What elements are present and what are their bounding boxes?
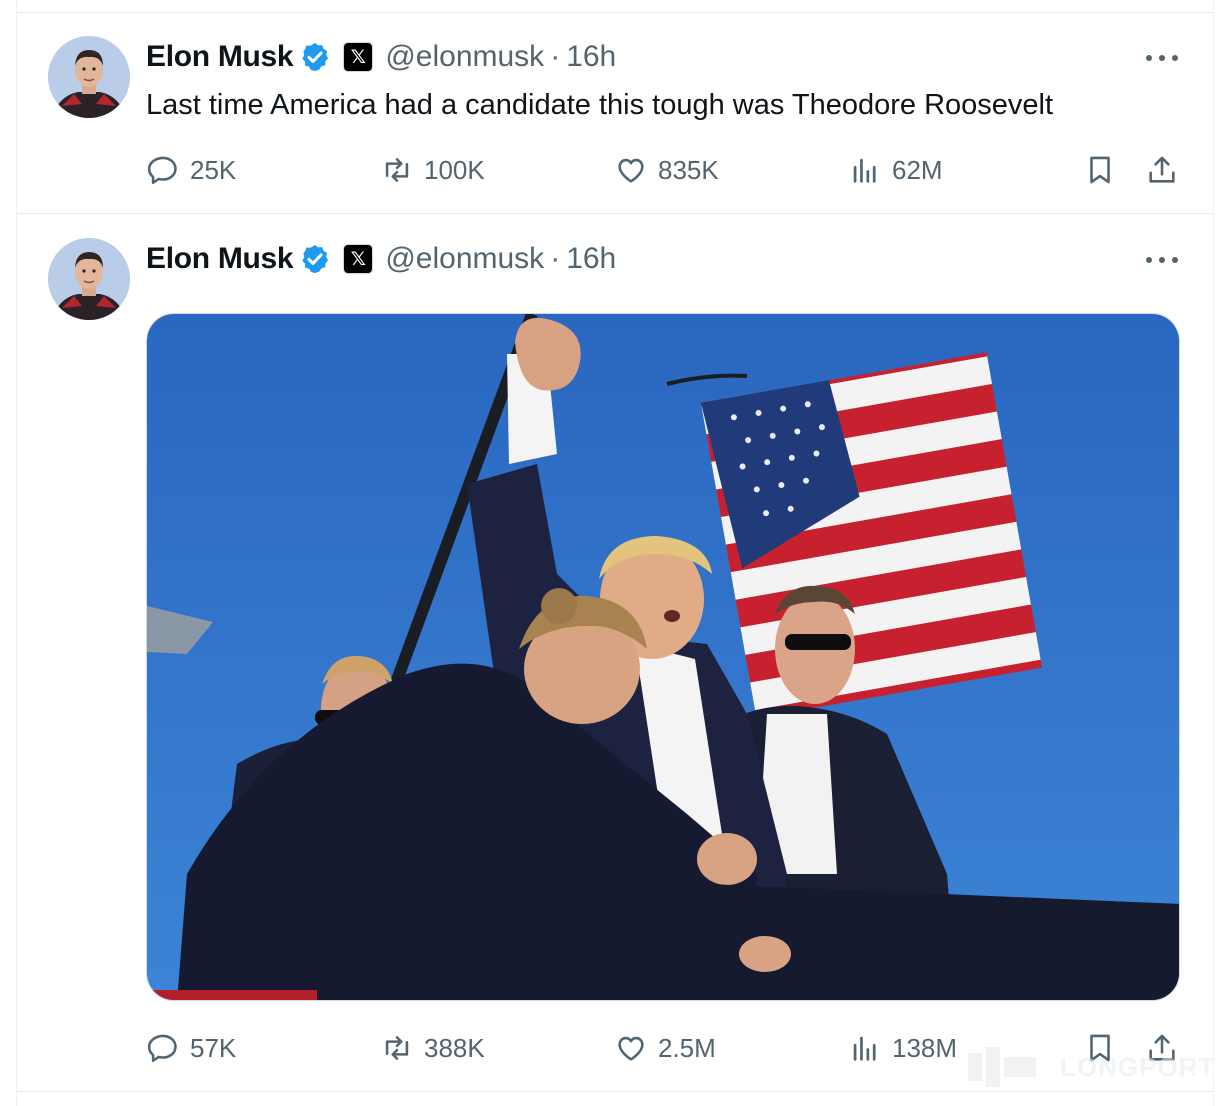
like-count: 2.5M [658,1032,716,1063]
repost-icon [385,158,409,182]
rally-photo [147,314,1179,1000]
timestamp[interactable]: 16h [566,242,616,276]
avatar[interactable] [48,36,130,118]
divider [16,12,1214,13]
author-name[interactable]: Elon Musk [146,242,294,276]
repost-icon [385,1036,409,1060]
reply-button[interactable]: 25K [146,150,236,190]
watermark-text: LONGPORT [1060,1051,1216,1082]
like-button[interactable]: 835K [614,150,719,190]
repost-count: 388K [424,1032,485,1063]
avatar[interactable] [48,238,130,320]
like-button[interactable]: 2.5M [614,1028,716,1068]
views-button[interactable]: 138M [848,1028,957,1068]
author-handle[interactable]: @elonmusk [385,40,544,74]
tweet-text: Last time America had a candidate this t… [146,89,1054,121]
bookmark-icon[interactable] [1083,153,1117,187]
reply-button[interactable]: 57K [146,1028,236,1068]
repost-button[interactable]: 100K [380,150,485,190]
separator: · [550,242,561,275]
verified-badge-icon[interactable] [299,243,331,275]
x-logo-icon: 𝕏 [343,42,374,72]
views-count: 138M [892,1032,958,1063]
timestamp[interactable]: 16h [566,40,616,74]
author-name[interactable]: Elon Musk [146,40,294,74]
reply-count: 57K [190,1032,237,1063]
tweet-header: Elon Musk 𝕏 @elonmusk · 16h [146,37,616,77]
repost-count: 100K [424,154,485,185]
reply-count: 25K [190,154,237,185]
separator: · [550,40,561,73]
author-handle[interactable]: @elonmusk [385,242,544,276]
reply-icon [147,1034,177,1063]
like-icon [618,158,644,183]
views-icon [853,1036,876,1061]
views-count: 62M [892,154,943,185]
watermark-logo-icon [968,1047,1036,1087]
avatar-image [48,36,130,118]
watermark: LONGPORT [968,1044,1215,1090]
more-icon[interactable] [1146,250,1178,270]
divider [16,213,1214,214]
like-count: 835K [658,154,719,185]
tweet-media[interactable] [146,313,1180,1001]
x-logo-icon: 𝕏 [343,244,374,274]
more-icon[interactable] [1146,48,1178,68]
views-icon [853,158,876,183]
like-icon [618,1036,644,1061]
divider [16,1091,1214,1092]
repost-button[interactable]: 388K [380,1028,485,1068]
verified-badge-icon[interactable] [299,41,331,73]
views-button[interactable]: 62M [848,150,943,190]
tweet-header: Elon Musk 𝕏 @elonmusk · 16h [146,239,616,279]
reply-icon [147,156,177,185]
share-icon[interactable] [1145,153,1179,187]
avatar-image [48,238,130,320]
